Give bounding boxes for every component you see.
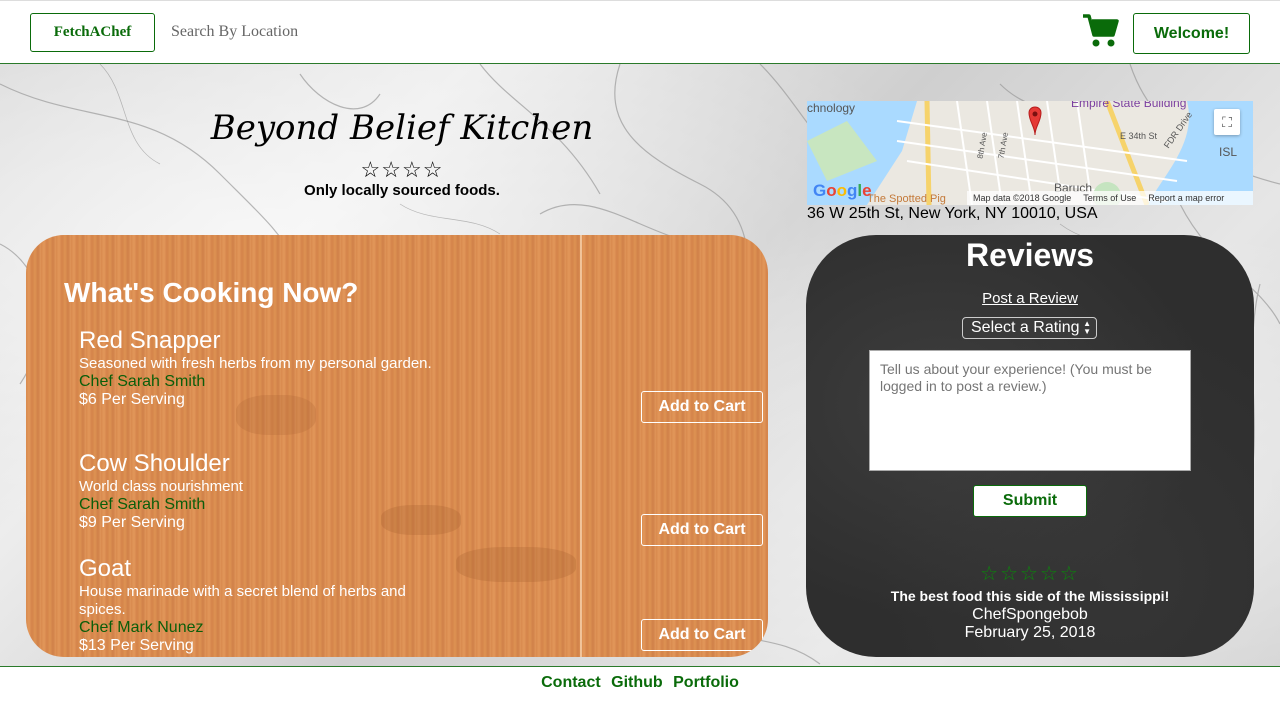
footer-link-contact[interactable]: Contact [541, 674, 601, 691]
wood-seam [580, 235, 582, 657]
location-search-input[interactable] [162, 17, 402, 47]
dish-price: $9 Per Serving [79, 514, 185, 531]
footer-link-portfolio[interactable]: Portfolio [673, 674, 739, 691]
brand-button[interactable]: FetchAChef [30, 13, 155, 52]
main-content: Beyond Belief Kitchen ☆☆☆☆ Only locally … [0, 64, 1280, 666]
welcome-button[interactable]: Welcome! [1133, 13, 1250, 54]
dish-name: Cow Shoulder [79, 450, 230, 477]
rating-select-value: Select a Rating [971, 319, 1080, 336]
kitchen-rating-stars: ☆☆☆☆ [360, 157, 444, 182]
rating-select[interactable]: Select a Rating ▲ ▼ [962, 317, 1097, 339]
review-textarea[interactable] [869, 350, 1191, 471]
cooking-now-panel: What's Cooking Now? Red Snapper Seasoned… [26, 235, 768, 657]
review-rating-stars: ☆☆☆☆☆ [980, 563, 1080, 585]
add-to-cart-button[interactable]: Add to Cart [641, 391, 763, 423]
submit-review-button[interactable]: Submit [973, 485, 1087, 517]
map-report-link[interactable]: Report a map error [1148, 193, 1224, 203]
dish-name: Goat [79, 555, 132, 582]
dish-price: $6 Per Serving [79, 391, 185, 408]
review-text: The best food this side of the Mississip… [890, 588, 1170, 604]
map-label-e34: E 34th St [1120, 131, 1158, 141]
google-logo: Google [813, 181, 872, 200]
map-label-area: chnology [807, 101, 856, 115]
dish-price: $13 Per Serving [79, 637, 194, 654]
cooking-title: What's Cooking Now? [64, 277, 359, 308]
dish-item: Red Snapper Seasoned with fresh herbs fr… [79, 327, 449, 409]
dish-item: Goat House marinade with a secret blend … [79, 555, 449, 655]
dish-chef[interactable]: Chef Sarah Smith [79, 373, 449, 391]
dish-chef[interactable]: Chef Sarah Smith [79, 496, 449, 514]
review-date: February 25, 2018 [964, 624, 1096, 641]
map-footer: Map data ©2018 Google Terms of Use Repor… [967, 191, 1253, 205]
kitchen-name: Beyond Belief Kitchen [210, 108, 594, 148]
dish-chef[interactable]: Chef Mark Nunez [79, 619, 449, 637]
dish-description: Seasoned with fresh herbs from my person… [79, 355, 432, 372]
kitchen-tagline: Only locally sourced foods. [304, 182, 500, 199]
dish-description: House marinade with a secret blend of he… [79, 583, 406, 618]
add-to-cart-button[interactable]: Add to Cart [641, 514, 763, 546]
map-label-spotted: The Spotted Pig [867, 193, 946, 205]
reviews-title: Reviews [965, 237, 1095, 273]
dish-item: Cow Shoulder World class nourishment Che… [79, 450, 449, 532]
review-author: ChefSpongebob [972, 606, 1088, 623]
navbar: FetchAChef Welcome! [0, 0, 1280, 64]
add-to-cart-button[interactable]: Add to Cart [641, 619, 763, 651]
dish-description: World class nourishment [79, 478, 243, 495]
kitchen-address: 36 W 25th St, New York, NY 10010, USA [807, 205, 1098, 222]
dish-name: Red Snapper [79, 327, 221, 354]
footer: Contact Github Portfolio [0, 666, 1280, 727]
post-review-link[interactable]: Post a Review [806, 290, 1254, 307]
map-data-credit: Map data ©2018 Google [973, 193, 1072, 203]
shopping-cart-icon[interactable] [1082, 13, 1120, 49]
footer-links: Contact Github Portfolio [0, 674, 1280, 692]
map-label-empire: Empire State Building [1071, 101, 1187, 110]
select-arrows-icon: ▲ ▼ [1083, 319, 1091, 336]
map-fullscreen-icon[interactable]: ⛶ [1214, 109, 1240, 135]
wood-grain [456, 547, 576, 582]
map-terms-link[interactable]: Terms of Use [1083, 193, 1136, 203]
location-map[interactable]: chnology Empire State Building E 34th St… [807, 101, 1253, 205]
map-label-isl: ISL [1219, 145, 1238, 159]
footer-link-github[interactable]: Github [611, 674, 663, 691]
reviews-panel: Reviews Post a Review Select a Rating ▲ ▼… [806, 235, 1254, 657]
